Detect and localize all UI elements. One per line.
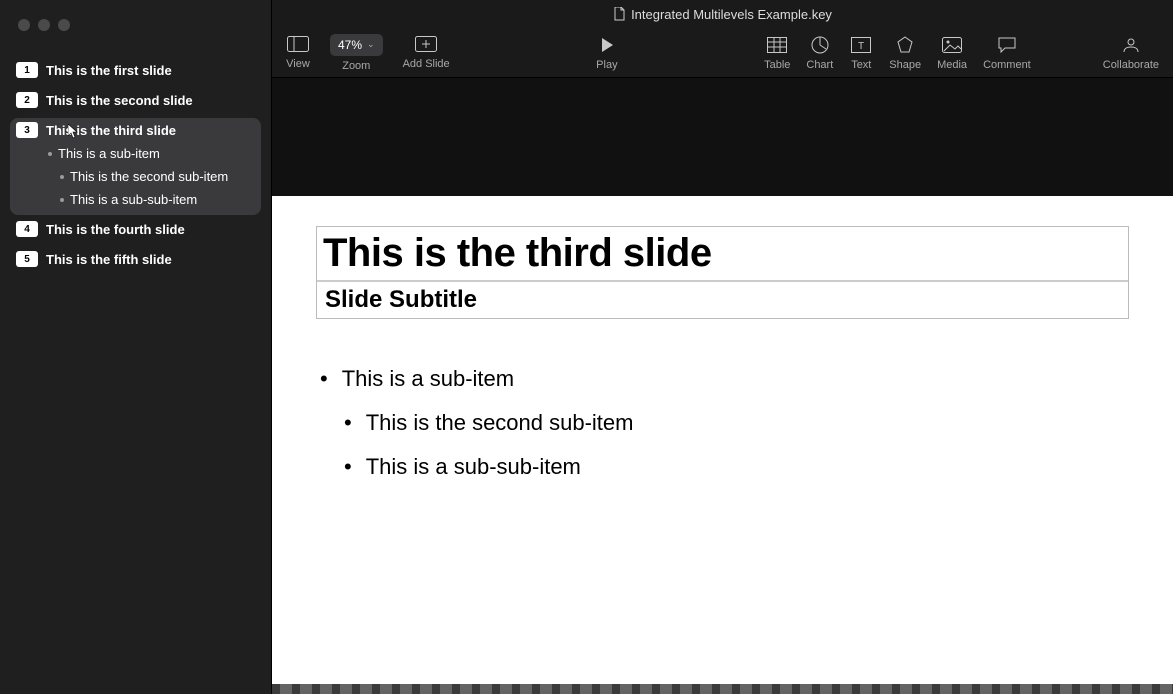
- view-button[interactable]: View: [286, 34, 310, 70]
- outline-slide-4[interactable]: 4 This is the fourth slide: [10, 217, 261, 245]
- window-controls: [0, 0, 271, 50]
- bullet-line[interactable]: • This is a sub-sub-item: [316, 445, 1129, 489]
- toolbar: View 47% ⌄ Zoom Add Slide: [272, 28, 1173, 78]
- toolbar-label: Shape: [889, 59, 921, 71]
- zoom-value: 47%: [338, 38, 362, 52]
- canvas-area: This is the third slide Slide Subtitle •…: [272, 78, 1173, 694]
- body-text-box[interactable]: • This is a sub-item • This is the secon…: [316, 357, 1129, 489]
- slide-subtitle[interactable]: Slide Subtitle: [317, 281, 1128, 318]
- slide-title-label: This is the first slide: [46, 63, 172, 78]
- collaborate-button[interactable]: Collaborate: [1103, 35, 1159, 71]
- toolbar-label: Chart: [806, 59, 833, 71]
- slide-title-label: This is the fifth slide: [46, 252, 172, 267]
- outline-slide-3[interactable]: 3 This is the third slide This is a sub-…: [10, 118, 261, 215]
- table-button[interactable]: Table: [764, 35, 790, 71]
- bullet-icon: •: [344, 401, 352, 445]
- canvas-backdrop-bottom: [272, 684, 1173, 694]
- bullet-icon: [60, 198, 64, 202]
- chevron-down-icon: ⌄: [367, 39, 375, 50]
- slide-number-badge: 4: [16, 221, 38, 237]
- bullet-text: This is the second sub-item: [366, 401, 634, 445]
- minimize-window-button[interactable]: [38, 19, 50, 31]
- table-icon: [767, 37, 787, 53]
- media-button[interactable]: Media: [937, 35, 967, 71]
- comment-button[interactable]: Comment: [983, 35, 1031, 71]
- outline-sidebar: 1 This is the first slide 2 This is the …: [0, 0, 272, 694]
- outline-slide-5[interactable]: 5 This is the fifth slide: [10, 247, 261, 275]
- play-button[interactable]: Play: [595, 35, 619, 71]
- toolbar-label: Comment: [983, 59, 1031, 71]
- bullet-text: This is a sub-item: [342, 357, 514, 401]
- bullet-line[interactable]: • This is a sub-item: [316, 357, 1129, 401]
- svg-text:T: T: [858, 41, 864, 52]
- outline-list: 1 This is the first slide 2 This is the …: [0, 50, 271, 285]
- outline-sub-label: This is the second sub-item: [70, 169, 228, 184]
- toolbar-label: Table: [764, 59, 790, 71]
- canvas-backdrop-top: [272, 78, 1173, 196]
- outline-sub-item[interactable]: This is the second sub-item: [18, 165, 261, 188]
- slide-number-badge: 5: [16, 251, 38, 267]
- toolbar-label: Media: [937, 59, 967, 71]
- sidebar-icon: [287, 36, 309, 52]
- text-button[interactable]: T Text: [849, 35, 873, 71]
- toolbar-label: Add Slide: [403, 58, 450, 70]
- chart-icon: [811, 36, 829, 54]
- slide-number-badge: 1: [16, 62, 38, 78]
- toolbar-label: Play: [596, 59, 617, 71]
- window-titlebar: Integrated Multilevels Example.key: [272, 0, 1173, 28]
- toolbar-label: Collaborate: [1103, 59, 1159, 71]
- slide-title-label: This is the third slide: [46, 123, 176, 138]
- bullet-icon: [60, 175, 64, 179]
- document-icon: [613, 7, 625, 21]
- outline-slide-1[interactable]: 1 This is the first slide: [10, 58, 261, 86]
- outline-sub-item[interactable]: This is a sub-item: [18, 142, 261, 165]
- slide-number-badge: 3: [16, 122, 38, 138]
- bullet-icon: •: [344, 445, 352, 489]
- toolbar-label: View: [286, 58, 310, 70]
- media-icon: [942, 37, 962, 53]
- maximize-window-button[interactable]: [58, 19, 70, 31]
- text-icon: T: [851, 37, 871, 53]
- slide-title[interactable]: This is the third slide: [317, 227, 1128, 281]
- collaborate-icon: [1120, 37, 1142, 53]
- play-icon: [599, 37, 615, 53]
- bullet-icon: [48, 152, 52, 156]
- zoom-button[interactable]: 47% ⌄ Zoom: [330, 34, 383, 72]
- shape-icon: [896, 36, 914, 54]
- slide-number-badge: 2: [16, 92, 38, 108]
- outline-slide-2[interactable]: 2 This is the second slide: [10, 88, 261, 116]
- outline-sub-item[interactable]: This is a sub-sub-item: [18, 188, 261, 211]
- close-window-button[interactable]: [18, 19, 30, 31]
- outline-sub-label: This is a sub-item: [58, 146, 160, 161]
- main-area: Integrated Multilevels Example.key View …: [272, 0, 1173, 694]
- slide-canvas[interactable]: This is the third slide Slide Subtitle •…: [272, 196, 1173, 684]
- slide-title-label: This is the fourth slide: [46, 222, 185, 237]
- add-slide-button[interactable]: Add Slide: [403, 34, 450, 70]
- plus-slide-icon: [415, 36, 437, 52]
- bullet-line[interactable]: • This is the second sub-item: [316, 401, 1129, 445]
- toolbar-label: Text: [851, 59, 871, 71]
- toolbar-label: Zoom: [342, 60, 370, 72]
- bullet-text: This is a sub-sub-item: [366, 445, 581, 489]
- bullet-icon: •: [320, 357, 328, 401]
- chart-button[interactable]: Chart: [806, 35, 833, 71]
- title-text-box[interactable]: This is the third slide Slide Subtitle: [316, 226, 1129, 319]
- outline-sub-label: This is a sub-sub-item: [70, 192, 197, 207]
- shape-button[interactable]: Shape: [889, 35, 921, 71]
- slide-title-label: This is the second slide: [46, 93, 193, 108]
- comment-icon: [997, 37, 1017, 53]
- document-title: Integrated Multilevels Example.key: [631, 7, 832, 22]
